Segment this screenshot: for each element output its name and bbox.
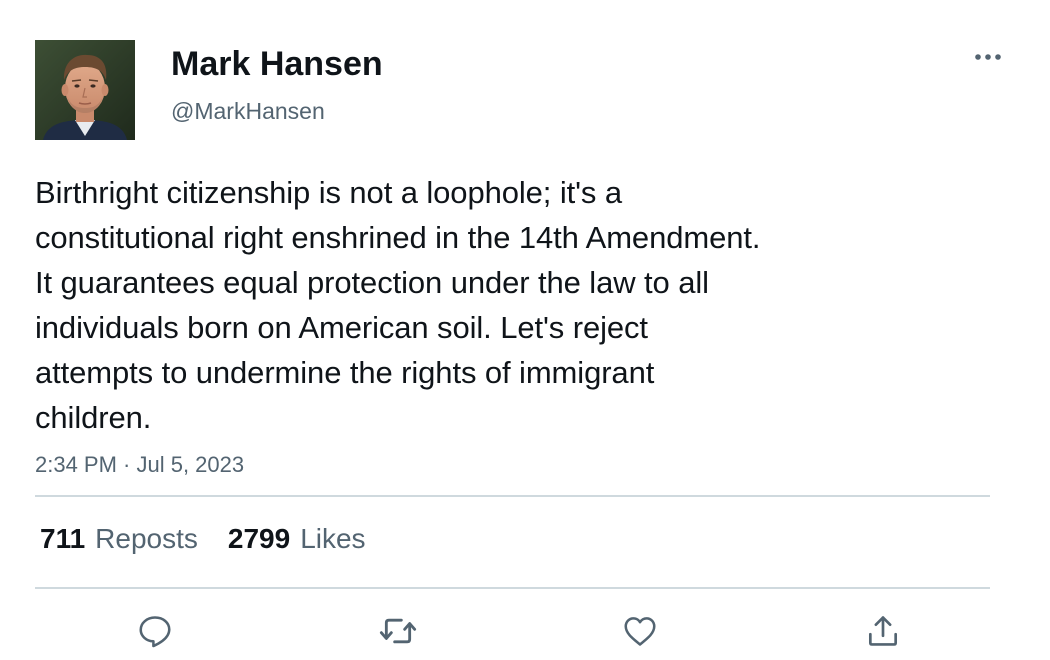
repost-icon: [379, 618, 417, 644]
likes-stat[interactable]: 2799 Likes: [228, 520, 366, 558]
engagement-stats: 711 Reposts 2799 Likes: [40, 520, 396, 558]
heart-icon: [624, 617, 656, 646]
repost-button[interactable]: [373, 606, 423, 656]
author-display-name[interactable]: Mark Hansen: [171, 44, 383, 84]
share-icon: [868, 616, 898, 646]
likes-label: Likes: [300, 523, 366, 554]
reply-button[interactable]: [130, 606, 180, 656]
more-options-icon: [975, 54, 1001, 60]
user-avatar-photo-icon: [35, 40, 135, 140]
action-bar: [0, 606, 1050, 656]
avatar[interactable]: [35, 40, 135, 140]
reply-icon: [139, 616, 171, 648]
tweet-text: Birthright citizenship is not a loophole…: [35, 175, 761, 435]
like-button[interactable]: [615, 606, 665, 656]
divider: [35, 587, 990, 589]
reposts-label: Reposts: [95, 523, 198, 554]
tweet-card: Mark Hansen @MarkHansen Birthright citiz…: [0, 0, 1050, 660]
tweet-timestamp[interactable]: 2:34 PM · Jul 5, 2023: [35, 450, 244, 480]
share-button[interactable]: [858, 606, 908, 656]
more-options-button[interactable]: [968, 44, 1008, 70]
divider: [35, 495, 990, 497]
author-handle[interactable]: @MarkHansen: [171, 96, 325, 126]
likes-count: 2799: [227, 523, 291, 554]
reposts-stat[interactable]: 711 Reposts: [40, 520, 198, 558]
reposts-count: 711: [40, 523, 86, 554]
